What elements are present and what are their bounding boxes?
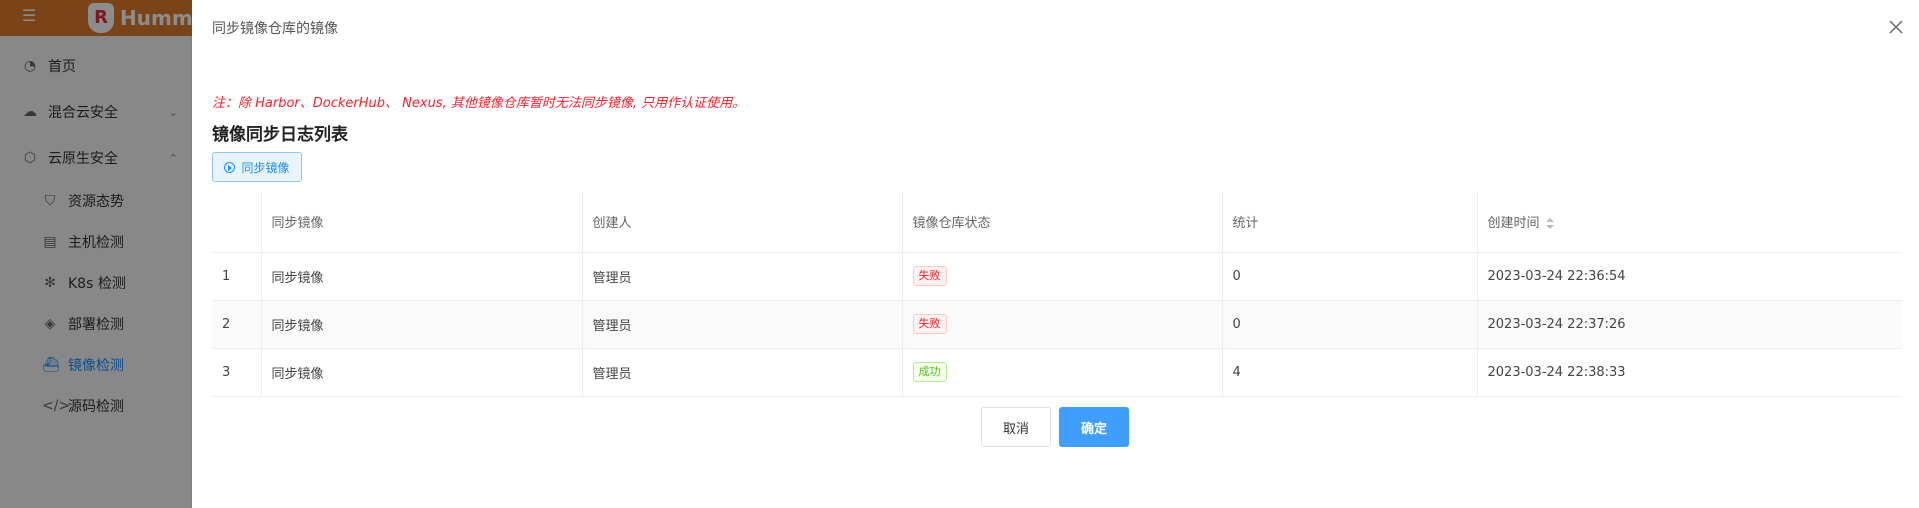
cell-time: 2023-03-24 22:37:26 [1477, 300, 1902, 349]
status-badge: 成功 [912, 362, 947, 382]
table-row: 1 同步镜像 管理员 失败 0 2023-03-24 22:36:54 [212, 252, 1902, 301]
cell-count: 0 [1222, 252, 1478, 301]
cell-count: 0 [1222, 300, 1478, 349]
status-badge: 失败 [912, 266, 947, 286]
cell-index: 1 [212, 252, 262, 301]
play-circle-icon [224, 161, 236, 173]
cell-index: 2 [212, 300, 262, 349]
cell-name: 同步镜像 [261, 300, 583, 349]
status-badge: 失败 [912, 314, 947, 334]
cell-creator: 管理员 [582, 348, 903, 397]
column-header-index [212, 192, 262, 253]
cell-count: 4 [1222, 348, 1478, 397]
cell-index: 3 [212, 348, 262, 397]
sync-log-table: 同步镜像 创建人 镜像仓库状态 统计 创建时间 1 同步镜像 管理员 失败 0 … [212, 192, 1902, 397]
cell-time: 2023-03-24 22:38:33 [1477, 348, 1902, 397]
sync-image-button[interactable]: 同步镜像 [212, 152, 302, 182]
sync-button-label: 同步镜像 [241, 160, 290, 175]
sync-drawer: 同步镜像仓库的镜像 注：除 Harbor、DockerHub、 Nexus, 其… [192, 0, 1919, 508]
table-row: 2 同步镜像 管理员 失败 0 2023-03-24 22:37:26 [212, 300, 1902, 349]
column-header-label: 创建时间 [1487, 216, 1540, 232]
close-icon[interactable] [1885, 16, 1907, 38]
drawer-title: 同步镜像仓库的镜像 [212, 21, 338, 37]
table-header-row: 同步镜像 创建人 镜像仓库状态 统计 创建时间 [212, 192, 1902, 253]
column-header-created-time[interactable]: 创建时间 [1477, 192, 1902, 253]
cell-status: 失败 [902, 300, 1223, 349]
column-header-creator: 创建人 [582, 192, 903, 253]
cancel-button[interactable]: 取消 [981, 407, 1051, 447]
section-title: 镜像同步日志列表 [212, 125, 348, 145]
cell-name: 同步镜像 [261, 348, 583, 397]
table-row: 3 同步镜像 管理员 成功 4 2023-03-24 22:38:33 [212, 348, 1902, 397]
column-header-sync: 同步镜像 [261, 192, 583, 253]
cell-time: 2023-03-24 22:36:54 [1477, 252, 1902, 301]
cell-creator: 管理员 [582, 252, 903, 301]
column-header-count: 统计 [1222, 192, 1478, 253]
sort-icon[interactable] [1545, 217, 1554, 230]
cell-status: 失败 [902, 252, 1223, 301]
cell-creator: 管理员 [582, 300, 903, 349]
confirm-button[interactable]: 确定 [1059, 407, 1129, 447]
sync-note: 注：除 Harbor、DockerHub、 Nexus, 其他镜像仓库暂时无法同… [212, 96, 746, 111]
cell-status: 成功 [902, 348, 1223, 397]
column-header-status: 镜像仓库状态 [902, 192, 1223, 253]
cell-name: 同步镜像 [261, 252, 583, 301]
